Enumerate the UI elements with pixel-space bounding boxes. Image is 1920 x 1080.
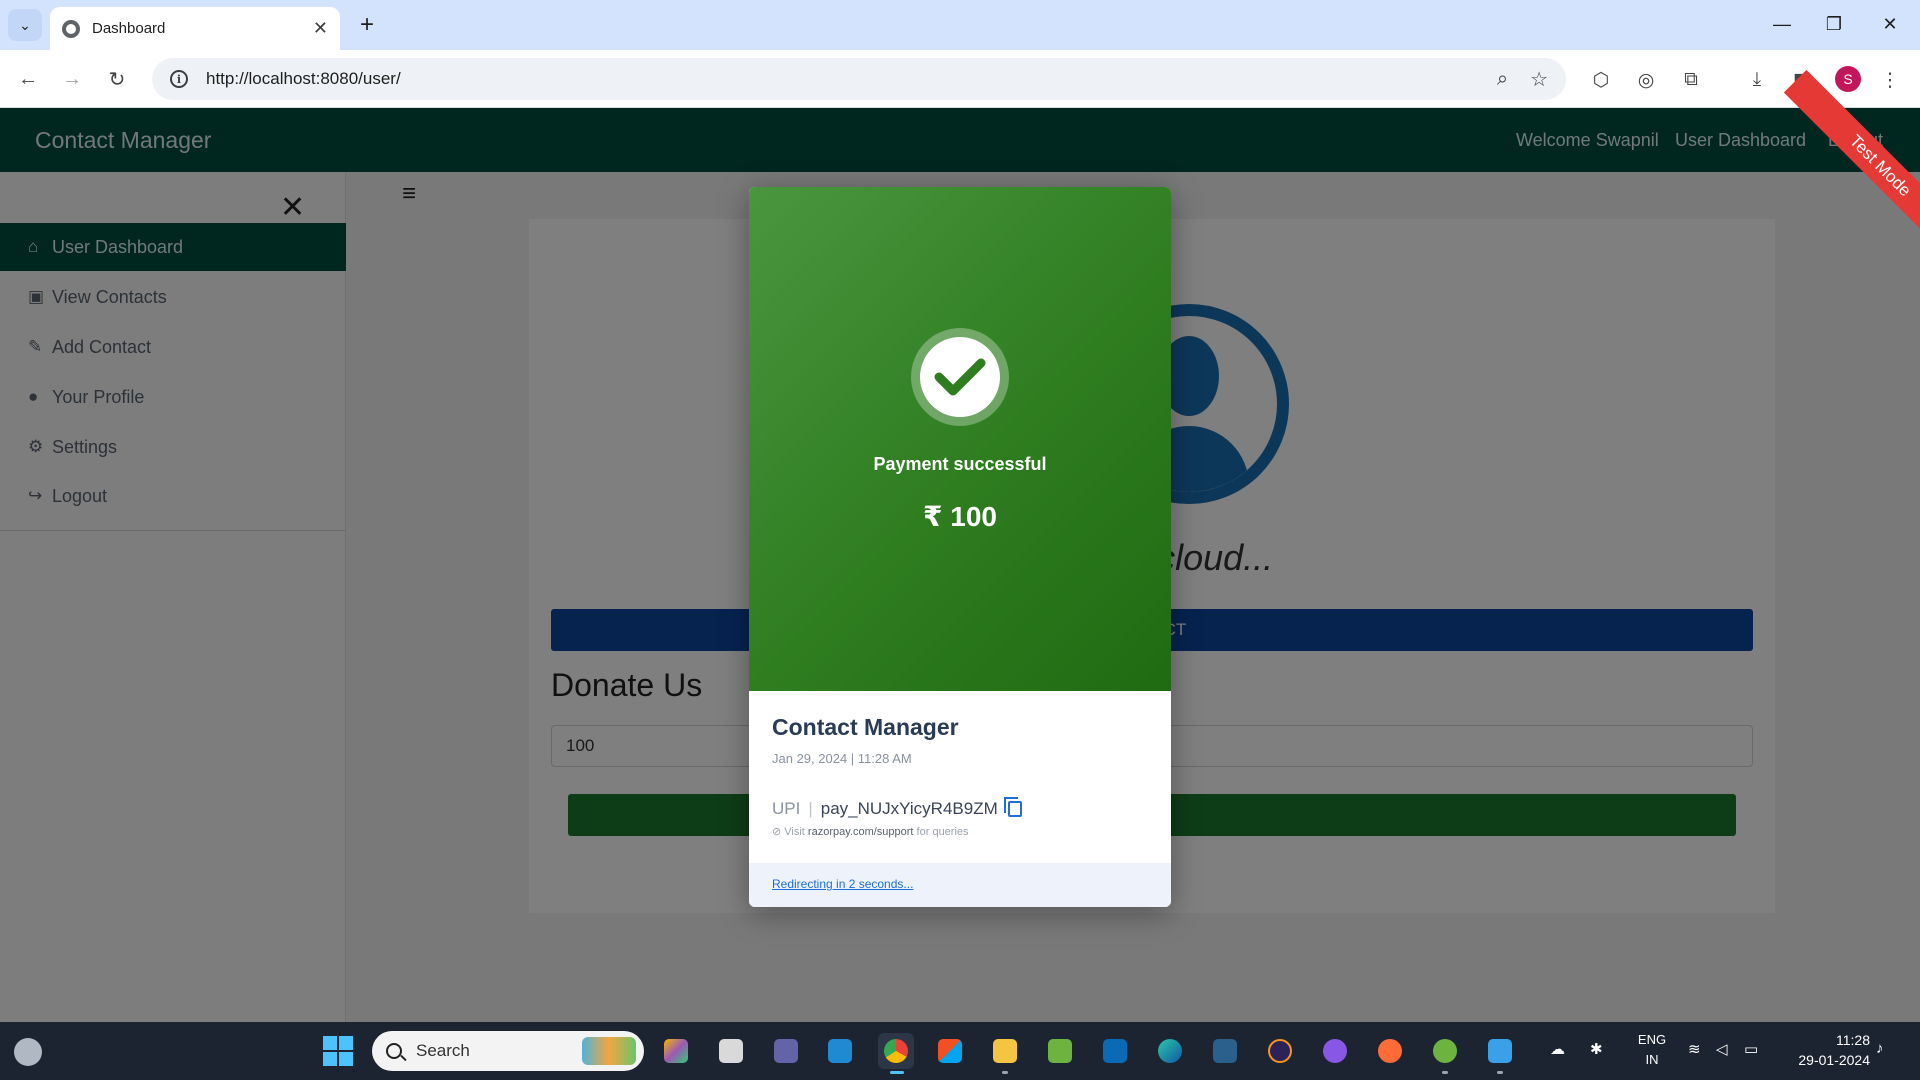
chevron-down-icon: ⌄ bbox=[19, 16, 31, 33]
mysql-app-icon[interactable] bbox=[1097, 1033, 1133, 1069]
redirect-link[interactable]: Redirecting in 2 seconds... bbox=[772, 877, 913, 891]
copy-icon[interactable] bbox=[1003, 797, 1022, 817]
support-prefix: ⊘ Visit bbox=[772, 826, 808, 838]
support-link[interactable]: razorpay.com/support bbox=[808, 826, 914, 838]
wifi-icon[interactable]: ≋ bbox=[1688, 1040, 1701, 1058]
payment-id: pay_NUJxYicyR4B9ZM bbox=[820, 799, 998, 818]
chrome-app-icon[interactable] bbox=[878, 1033, 914, 1074]
browser-tab-bar: ⌄ Dashboard ✕ + — ❐ ✕ bbox=[0, 0, 1920, 50]
language-indicator[interactable]: ENG IN bbox=[1634, 1030, 1670, 1070]
edge-app-icon[interactable] bbox=[1152, 1033, 1188, 1069]
lang-line1: ENG bbox=[1637, 1032, 1667, 1047]
spring-boot-app-icon[interactable] bbox=[1427, 1033, 1463, 1074]
extension-circle-icon[interactable]: ◎ bbox=[1632, 66, 1660, 94]
spring-tools-app-icon[interactable] bbox=[1042, 1033, 1078, 1069]
folder-app-icon[interactable] bbox=[987, 1033, 1023, 1074]
workbench-app-icon[interactable] bbox=[1207, 1033, 1243, 1069]
onedrive-icon[interactable]: ☁ bbox=[1550, 1040, 1565, 1058]
file-explorer-windows-icon[interactable] bbox=[713, 1033, 749, 1069]
clock-date: 29-01-2024 bbox=[1798, 1052, 1870, 1068]
modal-footer: Redirecting in 2 seconds... bbox=[749, 863, 1171, 907]
minimize-icon[interactable]: — bbox=[1762, 8, 1802, 40]
volume-icon[interactable]: ◁ bbox=[1716, 1040, 1728, 1058]
weather-widget-icon[interactable] bbox=[14, 1038, 42, 1066]
separator: | bbox=[808, 799, 813, 818]
copilot-app-icon[interactable] bbox=[658, 1033, 694, 1069]
success-check-badge bbox=[911, 328, 1009, 426]
notepad-app-icon[interactable] bbox=[1482, 1033, 1518, 1074]
download-icon[interactable]: ⤓ bbox=[1743, 66, 1771, 94]
taskbar-search-label: Search bbox=[416, 1041, 470, 1060]
payment-success-header: Payment successful ₹ 100 bbox=[749, 187, 1171, 691]
clock-time: 11:28 bbox=[1836, 1032, 1870, 1048]
lang-line2: IN bbox=[1645, 1052, 1659, 1067]
windows-taskbar: Search ☁ ✱ ENG IN ≋ ◁ ▭ 11:28 29-01-2024… bbox=[0, 1022, 1920, 1080]
menu-dots-icon[interactable]: ⋮ bbox=[1876, 66, 1904, 94]
back-icon[interactable]: ← bbox=[12, 63, 44, 95]
payment-amount: ₹ 100 bbox=[923, 501, 997, 532]
address-bar[interactable]: i http://localhost:8080/user/ ⌕ ☆ bbox=[152, 58, 1566, 100]
checkmark-icon bbox=[920, 337, 1000, 417]
postman-app-icon[interactable] bbox=[1372, 1033, 1408, 1069]
vscode-app-icon[interactable] bbox=[822, 1033, 858, 1069]
browser-toolbar: ← → ↻ i http://localhost:8080/user/ ⌕ ☆ … bbox=[0, 50, 1920, 108]
payment-id-row: UPI | pay_NUJxYicyR4B9ZM bbox=[772, 797, 1022, 819]
system-clock[interactable]: 11:28 29-01-2024 bbox=[1780, 1030, 1870, 1070]
extension-cube-icon[interactable]: ⬡ bbox=[1587, 66, 1615, 94]
window-close-icon[interactable]: ✕ bbox=[1870, 8, 1910, 40]
browser-tab[interactable]: Dashboard ✕ bbox=[50, 7, 340, 50]
support-suffix: for queries bbox=[913, 826, 969, 838]
bookmark-star-icon[interactable]: ☆ bbox=[1530, 67, 1548, 92]
zoom-icon[interactable]: ⌕ bbox=[1497, 68, 1508, 91]
payment-success-modal: Payment successful ₹ 100 Contact Manager… bbox=[749, 187, 1171, 907]
new-tab-button[interactable]: + bbox=[352, 10, 382, 40]
merchant-name: Contact Manager bbox=[772, 714, 959, 740]
taskbar-search[interactable]: Search bbox=[372, 1031, 644, 1071]
tray-app-icon[interactable]: ✱ bbox=[1590, 1040, 1603, 1058]
tab-close-icon[interactable]: ✕ bbox=[313, 18, 328, 39]
store-app-icon[interactable] bbox=[932, 1033, 968, 1069]
globe-icon bbox=[62, 19, 80, 38]
payment-method: UPI bbox=[772, 799, 801, 818]
battery-icon[interactable]: ▭ bbox=[1744, 1040, 1758, 1058]
notification-bell-icon[interactable]: ♪ bbox=[1876, 1040, 1884, 1057]
restore-icon[interactable]: ❐ bbox=[1814, 8, 1854, 40]
start-windows-icon[interactable] bbox=[323, 1036, 353, 1066]
reload-icon[interactable]: ↻ bbox=[101, 63, 133, 95]
eclipse-app-icon[interactable] bbox=[1262, 1033, 1298, 1069]
payment-datetime: Jan 29, 2024 | 11:28 AM bbox=[772, 751, 912, 766]
forward-icon[interactable]: → bbox=[56, 63, 88, 95]
url-text[interactable]: http://localhost:8080/user/ bbox=[206, 69, 1475, 89]
search-highlight-icon bbox=[582, 1037, 636, 1065]
payment-status: Payment successful bbox=[873, 454, 1047, 474]
github-app-icon[interactable] bbox=[1317, 1033, 1353, 1069]
teams-app-icon[interactable] bbox=[768, 1033, 804, 1069]
tab-title: Dashboard bbox=[92, 20, 166, 37]
profile-avatar[interactable]: S bbox=[1835, 66, 1861, 92]
support-note: ⊘ Visit razorpay.com/support for queries bbox=[772, 825, 969, 838]
site-info-icon[interactable]: i bbox=[170, 70, 188, 88]
extensions-puzzle-icon[interactable]: ⧉ bbox=[1677, 66, 1705, 94]
search-icon bbox=[386, 1043, 402, 1059]
tab-search-button[interactable]: ⌄ bbox=[8, 9, 42, 41]
